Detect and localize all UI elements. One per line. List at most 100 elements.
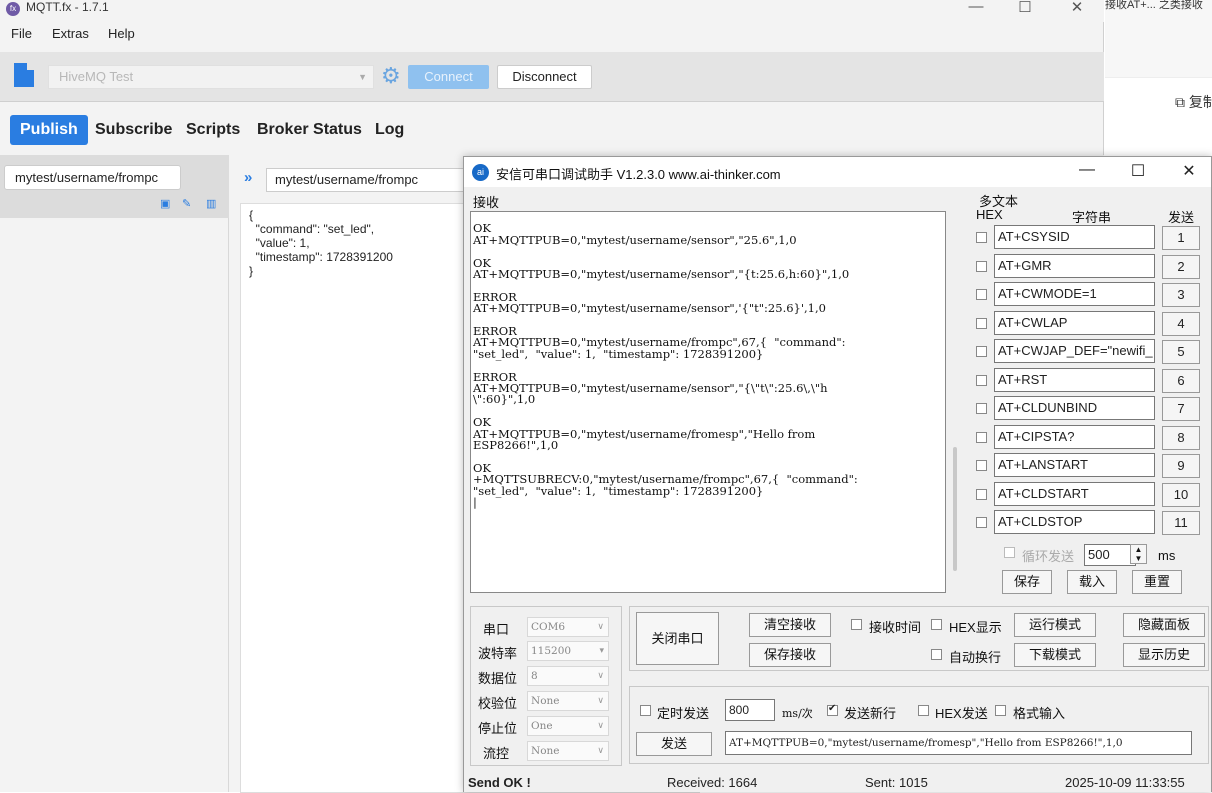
- port-select[interactable]: COM6 ∨: [527, 617, 609, 637]
- parity-select[interactable]: None ∨: [527, 691, 609, 711]
- stopbits-select[interactable]: One ∨: [527, 716, 609, 736]
- command-hex-checkbox[interactable]: [976, 517, 987, 528]
- command-hex-checkbox[interactable]: [976, 317, 987, 329]
- tab-publish[interactable]: Publish: [10, 115, 88, 145]
- trash-icon[interactable]: ▥: [206, 197, 216, 210]
- command-send-button[interactable]: 3: [1162, 283, 1200, 307]
- command-send-button[interactable]: 1: [1162, 226, 1200, 250]
- hex-display-checkbox[interactable]: [931, 619, 942, 630]
- baud-select[interactable]: 115200 ▾: [527, 641, 609, 661]
- close-icon[interactable]: ✕: [1174, 161, 1204, 181]
- command-input[interactable]: AT+CLDSTOP: [994, 510, 1155, 534]
- spinner-icon[interactable]: ▲ ▼: [1130, 544, 1147, 564]
- command-send-button[interactable]: 2: [1162, 254, 1200, 279]
- command-hex-checkbox[interactable]: [976, 232, 987, 243]
- gear-icon[interactable]: ⚙: [381, 63, 401, 89]
- command-input[interactable]: AT+CWJAP_DEF="newifi_: [994, 339, 1155, 363]
- profile-select[interactable]: HiveMQ Test ▼: [48, 65, 374, 89]
- command-input[interactable]: AT+CWLAP: [994, 310, 1155, 335]
- tab-log[interactable]: Log: [375, 115, 404, 145]
- hex-send-checkbox[interactable]: [918, 705, 929, 716]
- file-icon[interactable]: [14, 63, 34, 87]
- connect-button[interactable]: Connect: [408, 65, 489, 89]
- reset-button[interactable]: 重置: [1132, 570, 1182, 594]
- expand-icon[interactable]: »: [244, 169, 252, 186]
- timed-send-checkbox[interactable]: [640, 705, 651, 716]
- stopbits-value: One: [531, 720, 553, 732]
- hide-panel-button[interactable]: 隐藏面板: [1123, 613, 1205, 637]
- loop-interval-input[interactable]: 500: [1084, 544, 1136, 566]
- menu-file[interactable]: File: [11, 26, 32, 41]
- auto-wrap-checkbox[interactable]: [931, 649, 942, 660]
- flow-select[interactable]: None ∨: [527, 741, 609, 761]
- loop-send-label: 循环发送: [1022, 549, 1075, 564]
- save-recv-button[interactable]: 保存接收: [749, 643, 831, 667]
- tab-subscribe[interactable]: Subscribe: [95, 115, 172, 145]
- command-input[interactable]: AT+LANSTART: [994, 453, 1155, 477]
- command-hex-checkbox[interactable]: [976, 403, 987, 414]
- format-input-checkbox[interactable]: [995, 705, 1006, 716]
- command-hex-checkbox[interactable]: [976, 488, 987, 500]
- menu-help[interactable]: Help: [108, 26, 135, 41]
- show-history-button[interactable]: 显示历史: [1123, 643, 1205, 667]
- command-input[interactable]: AT+RST: [994, 367, 1155, 392]
- minimize-icon[interactable]: —: [1072, 161, 1102, 179]
- command-hex-checkbox[interactable]: [976, 289, 987, 300]
- command-send-button[interactable]: 9: [1162, 454, 1200, 478]
- disconnect-button[interactable]: Disconnect: [497, 65, 592, 89]
- clear-recv-button[interactable]: 清空接收: [749, 613, 831, 637]
- baud-label: 波特率: [478, 646, 518, 661]
- maximize-icon[interactable]: ☐: [1010, 0, 1040, 16]
- menu-extras[interactable]: Extras: [52, 26, 89, 41]
- recv-line: |: [473, 495, 477, 510]
- command-send-button[interactable]: 4: [1162, 311, 1200, 336]
- command-send-button[interactable]: 6: [1162, 368, 1200, 393]
- send-newline-checkbox[interactable]: [827, 703, 838, 716]
- command-send-button[interactable]: 8: [1162, 425, 1200, 450]
- send-text-input[interactable]: AT+MQTTPUB=0,"mytest/username/fromesp","…: [725, 731, 1192, 755]
- receive-textarea[interactable]: OK AT+MQTTPUB=0,"mytest/username/sensor",…: [470, 211, 946, 593]
- command-hex-checkbox[interactable]: [976, 460, 987, 471]
- command-hex-checkbox[interactable]: [976, 374, 987, 386]
- recv-time-checkbox[interactable]: [851, 619, 862, 630]
- send-button[interactable]: 发送: [636, 732, 712, 756]
- command-input[interactable]: AT+CIPSTA?: [994, 424, 1155, 449]
- tab-scripts[interactable]: Scripts: [186, 115, 240, 145]
- chevron-down-icon: ∨: [597, 622, 604, 632]
- save-button[interactable]: 保存: [1002, 570, 1052, 594]
- recv-label: 接收: [473, 195, 500, 210]
- edit-icon[interactable]: ✎: [182, 197, 191, 210]
- ms-label: ms: [1158, 548, 1176, 563]
- command-input[interactable]: AT+GMR: [994, 253, 1155, 278]
- run-mode-button[interactable]: 运行模式: [1014, 613, 1096, 637]
- command-input[interactable]: AT+CSYSID: [994, 225, 1155, 249]
- close-port-button[interactable]: 关闭串口: [636, 612, 719, 665]
- command-input[interactable]: AT+CLDUNBIND: [994, 396, 1155, 420]
- tab-broker-status[interactable]: Broker Status: [257, 115, 362, 145]
- loop-send-checkbox[interactable]: [1004, 547, 1015, 558]
- command-input[interactable]: AT+CWMODE=1: [994, 282, 1155, 306]
- close-icon[interactable]: ✕: [1062, 0, 1092, 16]
- download-mode-button[interactable]: 下载模式: [1014, 643, 1096, 667]
- command-hex-checkbox[interactable]: [976, 431, 987, 443]
- recv-line: [471, 246, 945, 257]
- copy-button[interactable]: ⧉ 复制: [1175, 92, 1212, 112]
- minimize-icon[interactable]: —: [961, 0, 991, 15]
- command-send-button[interactable]: 7: [1162, 397, 1200, 421]
- maximize-icon[interactable]: ☐: [1123, 161, 1153, 181]
- receive-scrollbar[interactable]: [953, 447, 957, 571]
- load-button[interactable]: 载入: [1067, 570, 1117, 594]
- command-hex-checkbox[interactable]: [976, 260, 987, 272]
- command-send-button[interactable]: 10: [1162, 482, 1200, 507]
- chevron-down-icon: ∨: [597, 746, 604, 756]
- mqttfx-titlebar: fx MQTT.fx - 1.7.1 — ☐ ✕: [0, 0, 1104, 22]
- save-icon[interactable]: ▣: [160, 197, 170, 210]
- command-send-button[interactable]: 5: [1162, 340, 1200, 364]
- command-input[interactable]: AT+CLDSTART: [994, 481, 1155, 506]
- databits-select[interactable]: 8 ∨: [527, 666, 609, 686]
- command-hex-checkbox[interactable]: [976, 346, 987, 357]
- topic-item[interactable]: mytest/username/frompc: [4, 165, 181, 190]
- timed-interval-input[interactable]: 800: [725, 699, 775, 721]
- statusbar: Send OK ! Received: 1664 Sent: 1015 2025…: [464, 772, 1211, 792]
- command-send-button[interactable]: 11: [1162, 511, 1200, 535]
